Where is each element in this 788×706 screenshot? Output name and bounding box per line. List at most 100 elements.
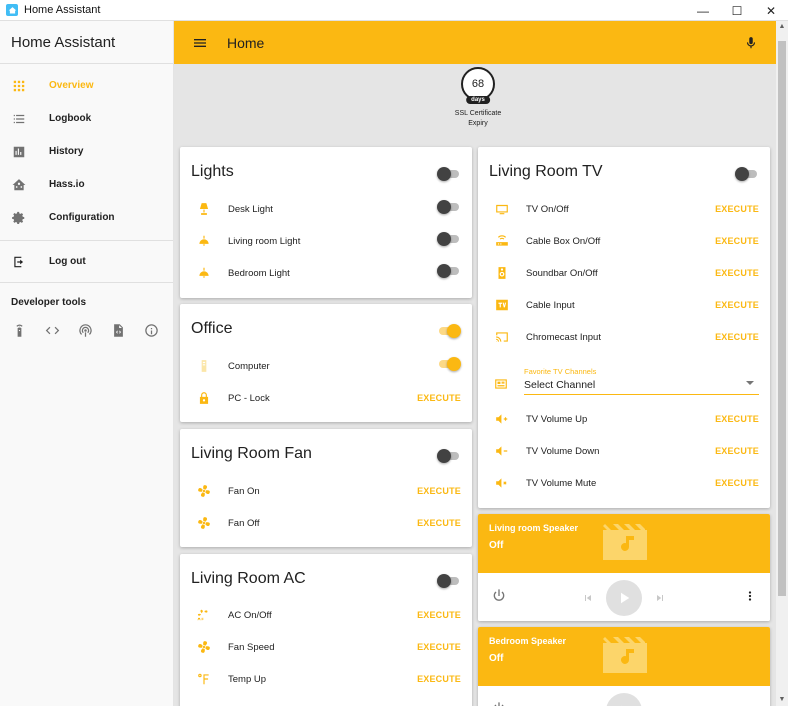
- cable-box-execute-button[interactable]: EXECUTE: [715, 236, 759, 246]
- sidebar-item-logbook[interactable]: Logbook: [0, 102, 173, 135]
- sidebar-divider: [0, 240, 173, 241]
- page-title: Home: [227, 34, 265, 51]
- volume-mute-execute-button[interactable]: EXECUTE: [715, 478, 759, 488]
- badge-value: 68: [471, 78, 485, 90]
- bedroom-light-toggle[interactable]: [437, 263, 461, 278]
- toggle-switch[interactable]: [437, 574, 461, 588]
- entity-label: Living room Light: [228, 235, 301, 247]
- card-title: Living Room Fan: [191, 445, 312, 462]
- entity-label: Cable Box On/Off: [526, 235, 601, 247]
- card-title: Living Room AC: [191, 570, 306, 587]
- desk-light-toggle[interactable]: [437, 199, 461, 214]
- scroll-up-arrow[interactable]: ▲: [776, 21, 788, 33]
- entity-label: TV Volume Up: [526, 413, 588, 425]
- tv-group-toggle[interactable]: [735, 167, 759, 186]
- fan-icon: [180, 484, 228, 498]
- entity-label: Bedroom Light: [228, 267, 290, 279]
- window-title: Home Assistant: [24, 4, 101, 16]
- file-code-icon[interactable]: [110, 322, 126, 338]
- ac-group-toggle[interactable]: [437, 574, 461, 593]
- entity-row: Desk Light: [180, 193, 472, 225]
- media-controls: [478, 573, 770, 621]
- computer-toggle[interactable]: [437, 356, 461, 371]
- cable-input-execute-button[interactable]: EXECUTE: [715, 300, 759, 310]
- entity-label: Soundbar On/Off: [526, 267, 598, 279]
- home-assistant-app-icon: [6, 4, 18, 16]
- broadcast-icon[interactable]: [77, 322, 93, 338]
- card-title: Lights: [191, 163, 234, 180]
- living-room-light-toggle[interactable]: [437, 231, 461, 246]
- select-value[interactable]: Select Channel: [524, 379, 595, 391]
- more-vert-icon[interactable]: [743, 589, 757, 608]
- volume-up-execute-button[interactable]: EXECUTE: [715, 414, 759, 424]
- fan-on-execute-button[interactable]: EXECUTE: [417, 486, 461, 496]
- toggle-switch[interactable]: [437, 167, 461, 181]
- desktop-tower-icon: [180, 359, 228, 373]
- scroll-down-arrow[interactable]: ▼: [776, 694, 788, 706]
- entity-row: TV Volume Up EXECUTE: [478, 403, 770, 435]
- badge-unit: days: [466, 96, 490, 104]
- toggle-switch[interactable]: [437, 324, 461, 338]
- entity-label: Computer: [228, 360, 270, 372]
- skip-previous-icon[interactable]: [582, 591, 594, 609]
- entity-label: Cable Input: [526, 299, 575, 311]
- soundbar-execute-button[interactable]: EXECUTE: [715, 268, 759, 278]
- toggle-switch[interactable]: [735, 167, 759, 181]
- temp-up-execute-button[interactable]: EXECUTE: [417, 674, 461, 684]
- info-icon[interactable]: [143, 322, 159, 338]
- play-button[interactable]: [606, 580, 642, 616]
- skip-next-icon[interactable]: [654, 591, 666, 609]
- microphone-icon[interactable]: [744, 35, 758, 51]
- minimize-button[interactable]: —: [686, 0, 720, 21]
- sidebar-item-hassio[interactable]: Hass.io: [0, 168, 173, 201]
- tv-on-off-execute-button[interactable]: EXECUTE: [715, 204, 759, 214]
- power-icon[interactable]: [491, 588, 507, 609]
- scrollbar[interactable]: ▲ ▼: [776, 21, 788, 706]
- office-group-toggle[interactable]: [437, 324, 461, 343]
- power-icon[interactable]: [491, 701, 507, 706]
- ac-on-off-execute-button[interactable]: EXECUTE: [417, 610, 461, 620]
- entity-row: Chromecast Input EXECUTE: [478, 321, 770, 353]
- sidebar-item-overview[interactable]: Overview: [0, 69, 173, 102]
- pc-lock-execute-button[interactable]: EXECUTE: [417, 393, 461, 403]
- scrollbar-thumb[interactable]: [778, 41, 786, 596]
- entity-row: Fan Off EXECUTE: [180, 507, 472, 539]
- sidebar-item-history[interactable]: History: [0, 135, 173, 168]
- entity-row: Bedroom Light: [180, 257, 472, 289]
- air-conditioner-icon: [180, 608, 228, 622]
- media-player-state: Off: [489, 540, 504, 551]
- menu-icon[interactable]: [191, 36, 209, 50]
- maximize-button[interactable]: ☐: [720, 0, 754, 21]
- close-button[interactable]: ✕: [754, 0, 788, 21]
- sidebar-item-configuration[interactable]: Configuration: [0, 201, 173, 234]
- remote-icon[interactable]: [11, 322, 27, 338]
- desk-lamp-icon: [180, 202, 228, 216]
- play-button[interactable]: [606, 693, 642, 706]
- chevron-down-icon[interactable]: [746, 381, 754, 385]
- ceiling-light-icon: [180, 234, 228, 248]
- media-header: Living room Speaker Off: [478, 514, 770, 573]
- entity-label: Fan On: [228, 485, 260, 497]
- living-room-fan-card: Living Room Fan Fan On EXECUTE Fan Off E…: [180, 429, 472, 547]
- entity-row: PC - Lock EXECUTE: [180, 382, 472, 414]
- lights-group-toggle[interactable]: [437, 167, 461, 186]
- fan-off-execute-button[interactable]: EXECUTE: [417, 518, 461, 528]
- list-icon: [0, 112, 49, 126]
- chromecast-input-execute-button[interactable]: EXECUTE: [715, 332, 759, 342]
- volume-mute-icon: [478, 476, 526, 490]
- media-player-name: Living room Speaker: [489, 523, 579, 533]
- code-icon[interactable]: [44, 322, 60, 338]
- ceiling-light-icon: [180, 266, 228, 280]
- music-video-icon: [603, 637, 647, 673]
- toggle-switch[interactable]: [437, 449, 461, 463]
- ssl-expiry-badge[interactable]: 68 days SSL Certificate Expiry: [453, 67, 503, 129]
- favorite-channels-select[interactable]: Favorite TV Channels Select Channel: [478, 367, 770, 399]
- entity-label: Desk Light: [228, 203, 273, 215]
- logout-button[interactable]: Log out: [0, 245, 173, 278]
- volume-down-execute-button[interactable]: EXECUTE: [715, 446, 759, 456]
- dashboard: 68 days SSL Certificate Expiry Lights De…: [174, 64, 776, 706]
- entity-row: Computer: [180, 350, 472, 382]
- fan-group-toggle[interactable]: [437, 449, 461, 468]
- living-room-speaker-card: Living room Speaker Off: [478, 514, 770, 621]
- fan-speed-execute-button[interactable]: EXECUTE: [417, 642, 461, 652]
